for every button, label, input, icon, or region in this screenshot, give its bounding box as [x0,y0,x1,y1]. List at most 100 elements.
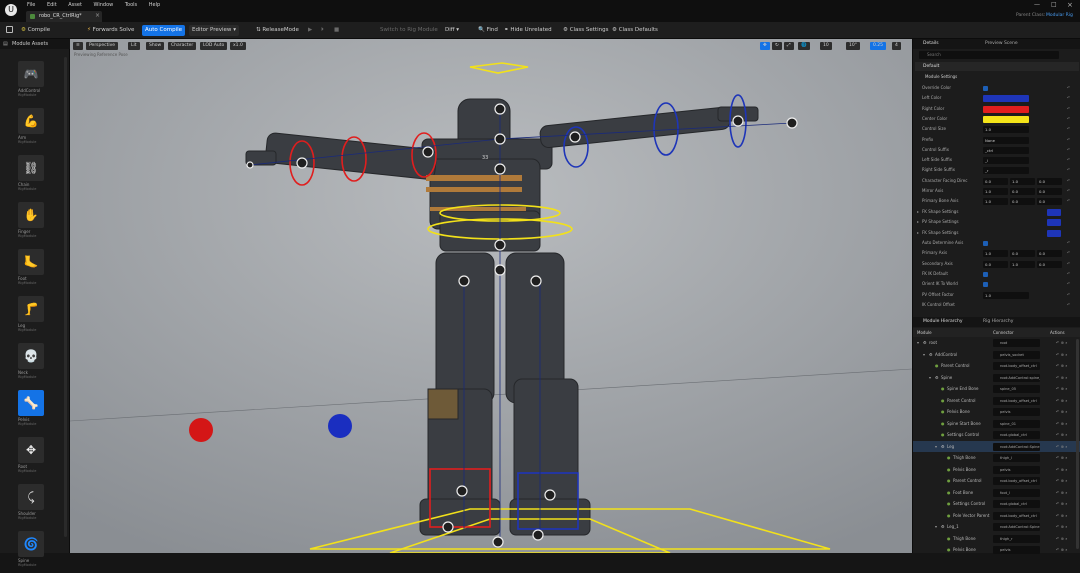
reset-to-default-icon[interactable]: ↶ [1067,259,1070,269]
vector-component-field[interactable]: 0.0 [1010,188,1035,195]
hierarchy-row[interactable]: ● Thigh Bone thigh_r ↶ ⊕ ⌕ [913,533,1080,545]
connector-field[interactable]: pelvis_socket [993,350,1040,359]
reset-to-default-icon[interactable]: ↶ [1067,124,1070,134]
group-module-settings[interactable]: Module Settings [915,72,1079,81]
connector-field[interactable]: thigh_l [993,454,1040,462]
menu-window[interactable]: Window [94,2,114,8]
row-actions-icons[interactable]: ↶ ⊕ ⌕ [1056,487,1068,499]
rotate-mode-icon[interactable]: ↻ [772,42,782,50]
reset-to-default-icon[interactable]: ↶ [1067,83,1070,93]
property-value-field[interactable]: _l [983,157,1029,165]
parent-class-value[interactable]: Modular Rig [1046,13,1073,18]
row-actions-icons[interactable]: ↶ ⊕ ⌕ [1056,383,1068,395]
menu-file[interactable]: File [27,2,35,8]
connector-field[interactable]: root:AddControl:spine_socket [993,373,1040,382]
world-space-icon[interactable]: 🌐 [798,42,810,50]
row-actions-icons[interactable]: ↶ ⊕ ⌕ [1056,544,1068,556]
asset-tile[interactable]: 🦵 Leg RigModule [18,296,44,338]
connector-field[interactable]: pelvis [993,465,1040,474]
connector-field[interactable]: pelvis [993,408,1040,416]
editor-preview-dropdown[interactable]: Editor Preview ▾ [189,25,239,36]
connector-field[interactable]: root:AddControl:Spine:leg [993,442,1040,451]
reset-to-default-icon[interactable]: ↶ [1067,165,1070,175]
reset-to-default-icon[interactable]: ↶ [1067,186,1070,196]
asset-tile[interactable]: 💪 Arm RigModule [18,108,44,150]
rotation-snap-value[interactable]: 10° [846,42,860,50]
property-checkbox[interactable] [983,241,988,246]
hierarchy-row[interactable]: ● Pelvis Bone pelvis ↶ ⊕ ⌕ [913,544,1080,556]
hierarchy-row[interactable]: ● Foot Bone foot_l ↶ ⊕ ⌕ [913,487,1080,499]
hide-unrelated-button[interactable]: ⚭ Hide Unrelated [501,25,555,36]
vector-component-field[interactable]: 0.0 [1010,250,1035,258]
row-actions-icons[interactable]: ↶ ⊕ ⌕ [1056,441,1068,453]
group-color-swatch[interactable] [1047,229,1061,237]
auto-compile-toggle[interactable]: Auto Compile [142,25,186,36]
vector-component-field[interactable]: 0.0 [1010,198,1035,206]
tab-close-icon[interactable]: × [95,12,100,19]
class-settings-button[interactable]: ⚙ Class Settings [560,25,611,36]
property-checkbox[interactable] [983,282,988,288]
minimize-icon[interactable]: — [1034,1,1040,8]
asset-scrollbar[interactable] [64,57,67,537]
property-value-field[interactable]: None [983,136,1029,144]
step-icon[interactable]: ⏵ [318,25,327,36]
show-button[interactable]: Show [146,42,165,50]
connector-field[interactable]: spine_01 [993,419,1040,428]
expand-arrow-icon[interactable]: ▾ [935,441,937,453]
row-actions-icons[interactable]: ↶ ⊕ ⌕ [1056,533,1068,545]
row-actions-icons[interactable]: ↶ ⊕ ⌕ [1056,452,1068,464]
asset-tile[interactable]: 🦴 Pelvis RigModule [18,390,44,432]
hierarchy-row[interactable]: ▾ ⚙Leg root:AddControl:Spine:leg ↶ ⊕ ⌕ [913,440,1080,453]
property-value-field[interactable]: 1.0 [983,291,1029,299]
find-button[interactable]: 🔍 Find [475,25,501,36]
switch-to-rig-module-button[interactable]: Switch to Rig Module [377,25,441,36]
group-color-swatch[interactable] [1047,209,1061,216]
hierarchy-row[interactable]: ● Settings Control root.global_ctrl ↶ ⊕ ⌕ [913,498,1080,510]
property-value-field[interactable]: _r [983,167,1029,175]
row-actions-icons[interactable]: ↶ ⊕ ⌕ [1056,521,1068,533]
lod-auto-button[interactable]: LOD Auto [200,42,228,50]
vector-component-field[interactable]: 1.0 [983,250,1008,258]
unreal-logo-icon[interactable]: U [5,4,17,16]
scale-snap-value[interactable]: 0.25 [870,42,887,50]
asset-tile[interactable]: ✋ Finger RigModule [18,202,44,244]
asset-tile[interactable]: 🌀 Spine RigModule [18,531,44,573]
menu-help[interactable]: Help [149,2,160,8]
vector-component-field[interactable]: 1.0 [1010,260,1035,268]
property-value-field[interactable]: 1.0 [983,126,1029,134]
row-actions-icons[interactable]: ↶ ⊕ ⌕ [1056,498,1068,510]
maximize-icon[interactable]: □ [1051,1,1057,8]
hierarchy-row[interactable]: ▾ ⚙ AddControl pelvis_socket ↶ ⊕ ⌕ [913,349,1080,361]
reset-to-default-icon[interactable]: ↶ [1067,155,1070,165]
row-actions-icons[interactable]: ↶ ⊕ ⌕ [1056,475,1068,487]
property-value-field[interactable]: _ctrl [983,146,1029,154]
expand-arrow-icon[interactable]: ▾ [917,337,919,349]
row-actions-icons[interactable]: ↶ ⊕ ⌕ [1056,510,1068,522]
hierarchy-row[interactable]: ● Pelvis Bone pelvis ↶ ⊕ ⌕ [913,406,1080,418]
hierarchy-row[interactable]: ● Parent Control root.body_offset_ctrl ↶ ⊕ … [913,360,1080,372]
document-tab[interactable]: robo_CR_CtrlRig* × [26,11,102,22]
tab-preview-scene[interactable]: Preview Scene [985,41,1018,46]
reset-to-default-icon[interactable]: ↶ [1067,300,1070,310]
group-color-swatch[interactable] [1047,219,1061,227]
hierarchy-row[interactable]: ▾ ⚙Leg_1 root:AddControl:Spine:leg ↶ ⊕ ⌕ [913,521,1080,533]
playback-speed-button[interactable]: x1.0 [230,42,246,50]
details-search-input[interactable]: Search [919,51,1059,59]
vector-component-field[interactable]: 1.0 [983,198,1008,206]
hierarchy-row[interactable]: ● Spine End Bone spine_05 ↶ ⊕ ⌕ [913,383,1080,395]
vector-component-field[interactable]: 0.0 [1037,188,1062,195]
lit-button[interactable]: Lit [128,42,140,50]
hierarchy-row[interactable]: ● Parent Control root.body_offset_ctrl ↶ ⊕ … [913,395,1080,407]
menu-tools[interactable]: Tools [125,2,137,8]
reset-to-default-icon[interactable]: ↶ [1067,290,1070,300]
section-default[interactable]: Default [915,62,1079,71]
vector-component-field[interactable]: 1.0 [983,188,1008,195]
play-icon[interactable]: ▶ [305,25,315,36]
connector-field[interactable]: root.body_offset_ctrl [993,362,1040,370]
hierarchy-row[interactable]: ● Thigh Bone thigh_l ↶ ⊕ ⌕ [913,452,1080,464]
hierarchy-row[interactable]: ● Pole Vector Parent root.body_offset_ctrl… [913,510,1080,522]
viewport-menu-button[interactable]: ≡ [73,42,83,50]
class-defaults-button[interactable]: ⚙ Class Defaults [609,25,661,36]
close-window-icon[interactable]: × [1067,1,1073,9]
asset-tile[interactable]: 💀 Neck RigModule [18,343,44,385]
